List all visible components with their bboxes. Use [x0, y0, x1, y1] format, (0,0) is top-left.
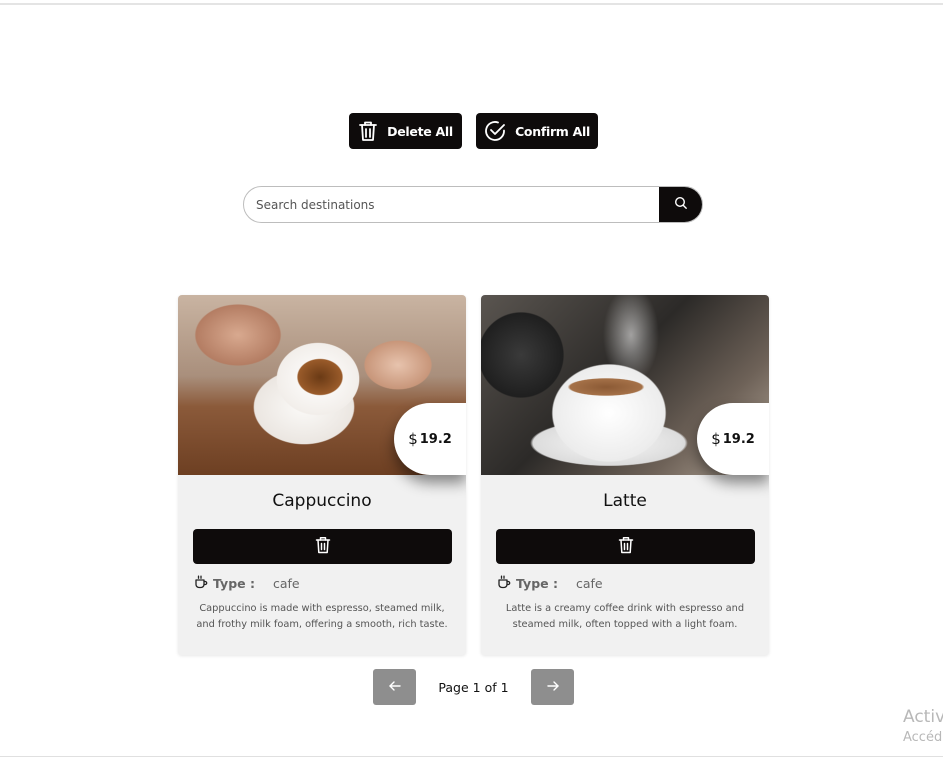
price-currency: $	[408, 430, 418, 448]
type-label: Type :	[213, 576, 255, 591]
search-input[interactable]	[244, 187, 659, 222]
coffee-cup-icon	[194, 575, 208, 592]
delete-all-label: Delete All	[387, 123, 453, 139]
previous-page-button[interactable]	[373, 669, 416, 705]
search-button[interactable]	[659, 187, 702, 222]
card-title: Cappuccino	[272, 491, 372, 511]
price-currency: $	[711, 430, 721, 448]
delete-item-button[interactable]	[193, 529, 452, 564]
page-indicator: Page 1 of 1	[438, 680, 509, 695]
next-page-button[interactable]	[531, 669, 574, 705]
type-row: Type : cafe	[194, 575, 300, 592]
trash-icon	[618, 536, 634, 557]
watermark-line-2: Accéd	[903, 730, 943, 745]
type-label: Type :	[516, 576, 558, 591]
product-card-cappuccino: $ 19.2 Cappuccino Type : cafe Cappuccino…	[178, 295, 466, 655]
delete-item-button[interactable]	[496, 529, 755, 564]
search-icon	[674, 196, 688, 213]
activation-watermark: Activ Accéd	[903, 707, 943, 745]
card-title: Latte	[603, 491, 647, 511]
price-badge: $ 19.2	[697, 403, 769, 475]
search-bar	[243, 186, 703, 223]
arrow-right-icon	[546, 679, 560, 696]
bottom-divider	[0, 756, 943, 757]
price-value: 19.2	[419, 431, 452, 447]
price-value: 19.2	[722, 431, 755, 447]
arrow-left-icon	[388, 679, 402, 696]
trash-icon	[358, 120, 378, 142]
trash-icon	[315, 536, 331, 557]
card-description: Cappuccino is made with espresso, steame…	[196, 603, 448, 630]
type-value: cafe	[575, 576, 603, 591]
card-description: Latte is a creamy coffee drink with espr…	[505, 603, 745, 630]
watermark-line-1: Activ	[903, 707, 943, 727]
type-row: Type : cafe	[497, 575, 603, 592]
confirm-all-button[interactable]: Confirm All	[476, 113, 598, 149]
price-badge: $ 19.2	[394, 403, 466, 475]
product-card-latte: $ 19.2 Latte Type : cafe Latte is a crea…	[481, 295, 769, 655]
type-value: cafe	[272, 576, 300, 591]
check-circle-icon	[484, 120, 506, 142]
delete-all-button[interactable]: Delete All	[349, 113, 462, 149]
top-divider	[0, 3, 943, 5]
coffee-cup-icon	[497, 575, 511, 592]
confirm-all-label: Confirm All	[515, 123, 590, 139]
